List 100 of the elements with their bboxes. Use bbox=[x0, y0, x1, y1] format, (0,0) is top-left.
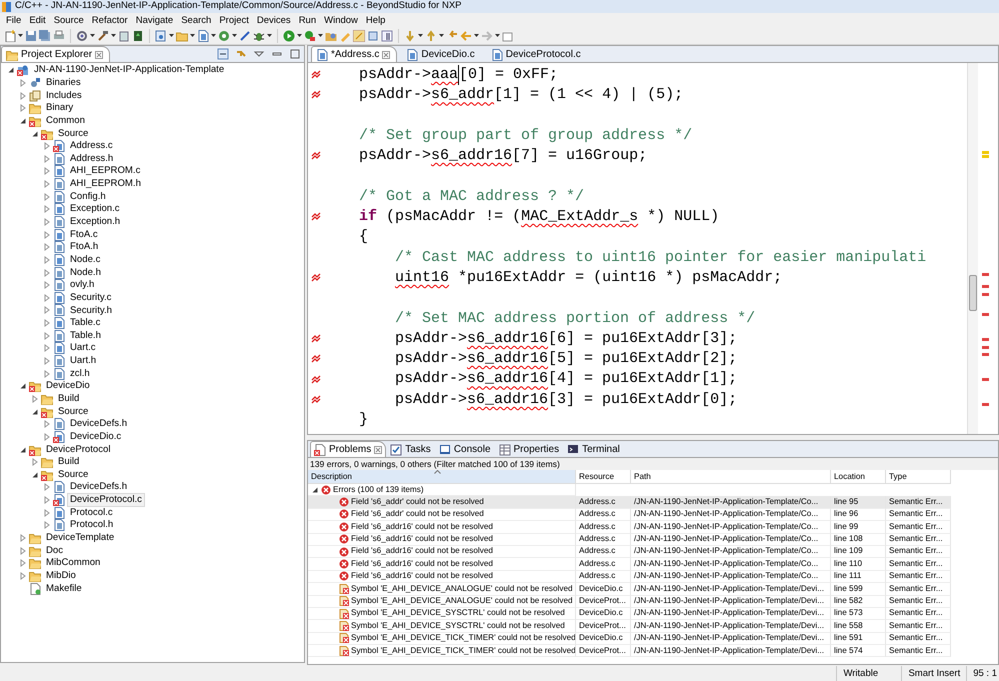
view-tab[interactable]: Properties bbox=[494, 441, 564, 457]
tree-item[interactable]: Build bbox=[55, 455, 82, 470]
tree-item[interactable]: DeviceTemplate bbox=[43, 531, 118, 546]
save-all-icon[interactable] bbox=[39, 30, 51, 42]
column-header[interactable]: Resource bbox=[576, 470, 631, 484]
dropdown-caret-icon[interactable] bbox=[318, 34, 323, 37]
tree-item[interactable]: Makefile bbox=[43, 582, 85, 596]
dropdown-caret-icon[interactable] bbox=[211, 34, 216, 37]
tree-item[interactable]: DeviceProtocol bbox=[43, 442, 114, 457]
tree-item[interactable]: Exception.c bbox=[67, 202, 123, 216]
menu-item[interactable]: File bbox=[2, 14, 26, 26]
menu-item[interactable]: Search bbox=[177, 14, 216, 26]
tree-item[interactable]: Binary bbox=[43, 101, 76, 116]
tree-item[interactable]: Includes bbox=[43, 88, 85, 103]
dropdown-caret-icon[interactable] bbox=[90, 34, 95, 37]
c-file-icon[interactable] bbox=[197, 30, 209, 42]
tree-item[interactable]: Build bbox=[55, 392, 82, 406]
editor-tab[interactable]: DeviceProtocol.c bbox=[486, 46, 588, 62]
view-tab[interactable]: Tasks bbox=[386, 441, 435, 457]
tree-item[interactable]: ovly.h bbox=[67, 278, 98, 292]
tree-item[interactable]: Security.h bbox=[67, 304, 115, 318]
tree-arrow-icon[interactable] bbox=[19, 382, 27, 390]
tree-item[interactable]: DeviceDio bbox=[43, 379, 93, 394]
group-label[interactable]: Errors (100 of 139 items) bbox=[333, 484, 424, 496]
menu-item[interactable]: Window bbox=[320, 14, 362, 26]
editor-tab[interactable]: *Address.c bbox=[311, 46, 398, 62]
column-header[interactable]: Location bbox=[831, 470, 886, 484]
scrollbar[interactable] bbox=[967, 63, 978, 434]
new-file-icon[interactable] bbox=[4, 30, 16, 42]
close-icon[interactable] bbox=[382, 50, 390, 58]
tree-arrow-icon[interactable] bbox=[19, 446, 27, 454]
highlight-icon[interactable] bbox=[353, 30, 365, 42]
close-icon[interactable] bbox=[374, 446, 382, 454]
menu-item[interactable]: Source bbox=[50, 14, 88, 26]
hammer-icon[interactable] bbox=[97, 30, 109, 42]
dropdown-caret-icon[interactable] bbox=[169, 34, 174, 37]
tree-item[interactable]: MibCommon bbox=[43, 556, 104, 570]
tree-item[interactable]: Table.c bbox=[67, 316, 104, 330]
tree-item[interactable]: Source bbox=[55, 468, 92, 482]
tree-arrow-icon[interactable] bbox=[31, 470, 39, 479]
dropdown-caret-icon[interactable] bbox=[439, 34, 444, 37]
tree-item[interactable]: Doc bbox=[43, 544, 66, 558]
tree-arrow-icon[interactable] bbox=[31, 408, 39, 416]
dropdown-caret-icon[interactable] bbox=[111, 34, 116, 37]
tree-item[interactable]: Binaries bbox=[43, 76, 84, 90]
external-tool-icon[interactable] bbox=[304, 30, 316, 42]
tree-arrow-icon[interactable] bbox=[7, 66, 15, 74]
tree-item[interactable]: AHI_EEPROM.c bbox=[67, 164, 144, 178]
menu-item[interactable]: Help bbox=[362, 14, 390, 26]
menu-item[interactable]: Edit bbox=[25, 14, 50, 26]
collapse-all-icon[interactable] bbox=[217, 48, 229, 60]
tree-item[interactable]: DeviceDefs.h bbox=[67, 417, 130, 432]
tree-item[interactable]: FtoA.c bbox=[67, 228, 101, 242]
run-icon[interactable] bbox=[283, 30, 295, 42]
editor-tab[interactable]: DeviceDio.c bbox=[401, 46, 482, 62]
close-icon[interactable] bbox=[95, 50, 104, 58]
tree-item[interactable]: Address.c bbox=[67, 139, 116, 154]
tree-arrow-icon[interactable] bbox=[311, 486, 319, 494]
maximize-icon[interactable] bbox=[289, 48, 301, 60]
menu-item[interactable]: Refactor bbox=[88, 14, 132, 26]
menu-item[interactable]: Navigate bbox=[132, 14, 178, 26]
tree-item[interactable]: Node.h bbox=[67, 266, 104, 280]
tree-item[interactable]: Source bbox=[55, 404, 92, 419]
tree-arrow-icon[interactable] bbox=[19, 116, 27, 125]
dropdown-caret-icon[interactable] bbox=[190, 34, 195, 37]
tree-item[interactable]: zcl.h bbox=[67, 366, 93, 381]
dropdown-caret-icon[interactable] bbox=[232, 34, 237, 37]
tree-item[interactable]: DeviceDio.c bbox=[67, 430, 124, 444]
view-tab[interactable]: Problems bbox=[310, 441, 386, 457]
dropdown-caret-icon[interactable] bbox=[474, 34, 479, 37]
dropdown-caret-icon[interactable] bbox=[297, 34, 302, 37]
tree-item[interactable]: Config.h bbox=[67, 190, 109, 204]
tree-item[interactable]: FtoA.h bbox=[67, 240, 102, 254]
menu-item[interactable]: Run bbox=[294, 14, 320, 26]
tree-item[interactable]: Source bbox=[55, 126, 92, 141]
tree-item[interactable]: Exception.h bbox=[67, 215, 124, 230]
column-header[interactable]: Type bbox=[886, 470, 951, 484]
tree-item[interactable]: MibDio bbox=[43, 568, 79, 583]
tree-item[interactable]: Node.c bbox=[67, 252, 104, 267]
tree-item[interactable]: Protocol.h bbox=[67, 518, 116, 532]
menu-item[interactable]: Devices bbox=[252, 14, 295, 26]
tree-item[interactable]: Protocol.c bbox=[67, 506, 116, 520]
menu-item[interactable]: Project bbox=[215, 14, 253, 26]
tree-item[interactable]: AHI_EEPROM.h bbox=[67, 177, 144, 192]
view-tab[interactable]: Terminal bbox=[563, 441, 624, 457]
column-header[interactable]: Description bbox=[308, 470, 576, 484]
tree-item[interactable]: Table.h bbox=[67, 328, 104, 343]
tree-item[interactable]: Common bbox=[43, 114, 88, 128]
tree-item[interactable]: DeviceProtocol.c bbox=[67, 493, 145, 508]
view-tab[interactable]: Console bbox=[434, 441, 495, 457]
tree-arrow-icon[interactable] bbox=[31, 130, 39, 138]
tree-item[interactable]: Security.c bbox=[67, 290, 114, 305]
tree-item[interactable]: DeviceDefs.h bbox=[67, 480, 130, 494]
tree-item[interactable]: JN-AN-1190-JenNet-IP-Application-Template bbox=[31, 63, 228, 78]
dropdown-caret-icon[interactable] bbox=[267, 34, 272, 37]
dropdown-caret-icon[interactable] bbox=[18, 34, 23, 37]
tree-item[interactable]: Address.h bbox=[67, 152, 116, 166]
tree-item[interactable]: Uart.h bbox=[67, 354, 100, 368]
scrollbar-thumb[interactable] bbox=[969, 275, 977, 311]
tree-item[interactable]: Uart.c bbox=[67, 341, 99, 356]
